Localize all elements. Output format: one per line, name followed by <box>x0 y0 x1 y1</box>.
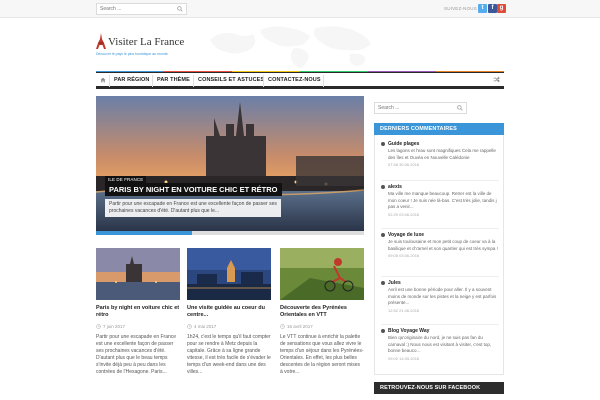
featured-category-badge[interactable]: ILE DE FRANCE <box>105 176 147 183</box>
twitter-icon[interactable]: t <box>478 4 487 13</box>
nav-item-par-region[interactable]: PAR RÉGION <box>114 77 149 83</box>
comment-text[interactable]: Ma ville me manque beaucoup. Retrer est … <box>388 191 501 211</box>
nav-item-contact[interactable]: CONTACTEZ-NOUS <box>268 77 321 83</box>
recent-comments-heading: DERNIERS COMMENTAIRES <box>374 123 504 135</box>
facebook-widget-heading: RETROUVEZ-NOUS SUR FACEBOOK <box>374 382 504 394</box>
comment-item: Jules Avril est une bonne période pour a… <box>381 280 501 313</box>
comment-date: 12:52 21.06.2016 <box>388 307 420 313</box>
comment-date: 09:05 03.06.2016 <box>388 253 420 258</box>
comment-divider <box>381 180 499 181</box>
comment-item: Voyage de luxe Je suis toulousaine et mo… <box>381 232 501 258</box>
top-search-box[interactable] <box>96 3 187 15</box>
featured-title[interactable]: PARIS BY NIGHT EN VOITURE CHIC ET RÉTRO <box>105 183 282 196</box>
comment-author[interactable]: Jules <box>388 280 401 286</box>
post-date-3: 16 avril 2017 <box>287 324 313 329</box>
clock-icon <box>187 324 192 329</box>
search-icon[interactable] <box>177 6 183 12</box>
slider-progress <box>96 231 364 235</box>
user-icon <box>381 184 385 189</box>
user-icon <box>381 328 385 333</box>
nav-separator <box>193 75 194 87</box>
follow-label: SUIVEZ-NOUS <box>444 6 477 11</box>
comment-divider <box>381 276 499 277</box>
sidebar-search-box[interactable] <box>374 102 467 114</box>
user-icon <box>381 232 385 237</box>
user-icon <box>381 141 385 146</box>
nav-item-par-theme[interactable]: PAR THÈME <box>157 77 190 83</box>
comment-divider <box>381 324 499 325</box>
comment-text[interactable]: Avril est une bonne période pour aller. … <box>388 287 501 307</box>
site-tagline: Découvrir le pays le plus touristique au… <box>96 52 168 56</box>
comment-author[interactable]: Guide plages <box>388 141 419 147</box>
top-search-input[interactable] <box>97 4 175 14</box>
clock-icon <box>96 324 101 329</box>
shuffle-icon[interactable] <box>493 76 500 83</box>
comment-text[interactable]: Bien qu'originaire du nord, je ne suis p… <box>388 335 501 355</box>
comment-text[interactable]: Je suis toulousaine et mon petit coup de… <box>388 239 501 252</box>
comment-item: Guide plages Les lagons et l'eau sont ma… <box>381 141 501 167</box>
nav-separator <box>263 75 264 87</box>
comment-date: 02:29 03.06.2016 <box>388 211 420 217</box>
clock-icon <box>280 324 285 329</box>
comment-item: Blog Voyage Way Bien qu'originaire du no… <box>381 328 501 361</box>
post-thumbnail-1[interactable] <box>96 248 180 300</box>
post-excerpt-1: Partir pour une escapade en France est u… <box>96 334 177 375</box>
comment-divider <box>381 228 499 229</box>
comment-author[interactable]: Blog Voyage Way <box>388 328 429 334</box>
nav-separator <box>323 75 324 87</box>
featured-excerpt: Partir pour une escapade en France est u… <box>105 199 281 217</box>
nav-separator <box>152 75 153 87</box>
post-thumbnail-2[interactable] <box>187 248 271 300</box>
search-icon[interactable] <box>457 105 463 111</box>
comment-date: 09:02 14.05.2016 <box>388 355 420 361</box>
post-title-1[interactable]: Paris by night en voiture chic et rétro <box>96 305 180 319</box>
post-date-1: 7 juin 2017 <box>103 324 126 329</box>
comment-author[interactable]: alexis <box>388 184 402 190</box>
post-excerpt-2: 1h24, c'est le temps qu'il faut compter … <box>187 334 271 375</box>
post-excerpt-3: Le VTT continue à enrichir la palette de… <box>280 334 364 375</box>
google-plus-icon[interactable]: g <box>497 4 506 13</box>
world-map-background <box>210 26 371 68</box>
main-nav: PAR RÉGION PAR THÈME CONSEILS ET ASTUCES… <box>96 72 504 89</box>
site-title[interactable]: Visiter La France <box>108 36 184 48</box>
top-bar: SUIVEZ-NOUS t f g <box>0 0 600 18</box>
post-title-3[interactable]: Découverte des Pyrénées Orientales en VT… <box>280 305 364 319</box>
facebook-icon[interactable]: f <box>488 4 497 13</box>
comment-item: alexis Ma ville me manque beaucoup. Retr… <box>381 184 501 217</box>
comment-date: 07:48 30.06.2016 <box>388 162 420 167</box>
comment-text[interactable]: Les lagons et l'eau sont magnifiques Cel… <box>388 148 501 161</box>
nav-item-conseils[interactable]: CONSEILS ET ASTUCES <box>198 77 264 83</box>
nav-separator <box>109 75 110 87</box>
comment-author[interactable]: Voyage de luxe <box>388 232 424 238</box>
home-icon[interactable] <box>100 77 106 83</box>
slider-progress-current <box>96 231 192 235</box>
post-thumbnail-3[interactable] <box>280 248 364 300</box>
eiffel-tower-logo-icon[interactable] <box>96 33 106 49</box>
recent-comments-list: Guide plages Les lagons et l'eau sont ma… <box>374 135 504 375</box>
post-date-2: 4 mai 2017 <box>194 324 217 329</box>
user-icon <box>381 280 385 285</box>
sidebar-search-input[interactable] <box>375 103 455 113</box>
post-title-2[interactable]: Une visite guidée au coeur du centre... <box>187 305 271 319</box>
